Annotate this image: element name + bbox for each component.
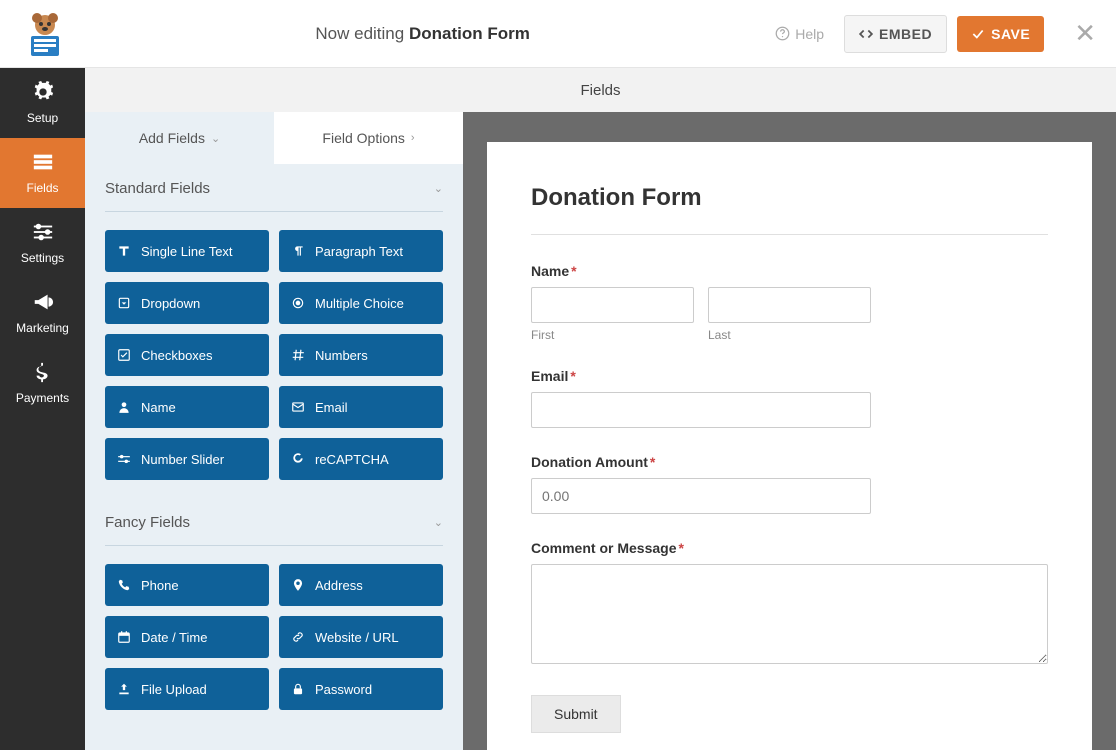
hash-icon <box>291 348 305 362</box>
form-field-amount[interactable]: Donation Amount* <box>531 454 1048 514</box>
sublabel-last: Last <box>708 328 871 342</box>
upload-icon <box>117 682 131 696</box>
input-amount[interactable] <box>531 478 871 514</box>
sublabel-first: First <box>531 328 694 342</box>
chevron-right-icon: › <box>411 132 415 144</box>
input-last-name[interactable] <box>708 287 871 323</box>
embed-button[interactable]: EMBED <box>844 15 947 53</box>
field-name[interactable]: Name <box>105 386 269 428</box>
form-field-email[interactable]: Email* <box>531 368 1048 428</box>
nav-setup[interactable]: Setup <box>0 68 85 138</box>
form-preview: Donation Form Name* First Last <box>487 142 1092 750</box>
link-icon <box>291 630 305 644</box>
pin-icon <box>291 578 305 592</box>
close-icon[interactable]: ✕ <box>1074 18 1096 49</box>
gear-icon <box>32 81 54 103</box>
group-standard-fields[interactable]: Standard Fields⌄ <box>105 164 443 212</box>
field-paragraph-text[interactable]: Paragraph Text <box>279 230 443 272</box>
slider-icon <box>117 452 131 466</box>
field-phone[interactable]: Phone <box>105 564 269 606</box>
input-first-name[interactable] <box>531 287 694 323</box>
field-numbers[interactable]: Numbers <box>279 334 443 376</box>
field-datetime[interactable]: Date / Time <box>105 616 269 658</box>
chevron-down-icon: ⌄ <box>211 132 220 145</box>
field-address[interactable]: Address <box>279 564 443 606</box>
form-title: Donation Form <box>531 184 1048 235</box>
user-icon <box>117 400 131 414</box>
lock-icon <box>291 682 305 696</box>
tab-field-options[interactable]: Field Options› <box>274 112 463 164</box>
app-logo <box>20 9 70 59</box>
nav-fields[interactable]: Fields <box>0 138 85 208</box>
radio-icon <box>291 296 305 310</box>
label-amount: Donation Amount* <box>531 454 1048 470</box>
nav-payments[interactable]: Payments <box>0 348 85 418</box>
label-email: Email* <box>531 368 1048 384</box>
field-email[interactable]: Email <box>279 386 443 428</box>
field-recaptcha[interactable]: reCAPTCHA <box>279 438 443 480</box>
form-field-name[interactable]: Name* First Last <box>531 263 1048 342</box>
field-multiple-choice[interactable]: Multiple Choice <box>279 282 443 324</box>
field-single-line-text[interactable]: Single Line Text <box>105 230 269 272</box>
save-button[interactable]: SAVE <box>957 16 1044 52</box>
chevron-down-icon: ⌄ <box>434 182 443 195</box>
input-email[interactable] <box>531 392 871 428</box>
dollar-icon <box>32 361 54 383</box>
google-icon <box>291 452 305 466</box>
form-field-comment[interactable]: Comment or Message* <box>531 540 1048 669</box>
field-password[interactable]: Password <box>279 668 443 710</box>
calendar-icon <box>117 630 131 644</box>
chevron-down-icon: ⌄ <box>434 516 443 529</box>
form-icon <box>32 151 54 173</box>
phone-icon <box>117 578 131 592</box>
bullhorn-icon <box>32 291 54 313</box>
check-icon <box>117 348 131 362</box>
field-checkboxes[interactable]: Checkboxes <box>105 334 269 376</box>
field-number-slider[interactable]: Number Slider <box>105 438 269 480</box>
nav-settings[interactable]: Settings <box>0 208 85 278</box>
sliders-icon <box>32 221 54 243</box>
tab-add-fields[interactable]: Add Fields⌄ <box>85 112 274 164</box>
field-website[interactable]: Website / URL <box>279 616 443 658</box>
page-title: Now editing Donation Form <box>70 24 775 44</box>
envelope-icon <box>291 400 305 414</box>
field-file-upload[interactable]: File Upload <box>105 668 269 710</box>
label-comment: Comment or Message* <box>531 540 1048 556</box>
paragraph-icon <box>291 244 305 258</box>
help-link[interactable]: Help <box>775 26 824 42</box>
field-dropdown[interactable]: Dropdown <box>105 282 269 324</box>
label-name: Name* <box>531 263 1048 279</box>
group-fancy-fields[interactable]: Fancy Fields⌄ <box>105 498 443 546</box>
textarea-comment[interactable] <box>531 564 1048 664</box>
submit-button[interactable]: Submit <box>531 695 621 733</box>
section-title: Fields <box>85 68 1116 112</box>
caret-icon <box>117 296 131 310</box>
nav-marketing[interactable]: Marketing <box>0 278 85 348</box>
text-icon <box>117 244 131 258</box>
